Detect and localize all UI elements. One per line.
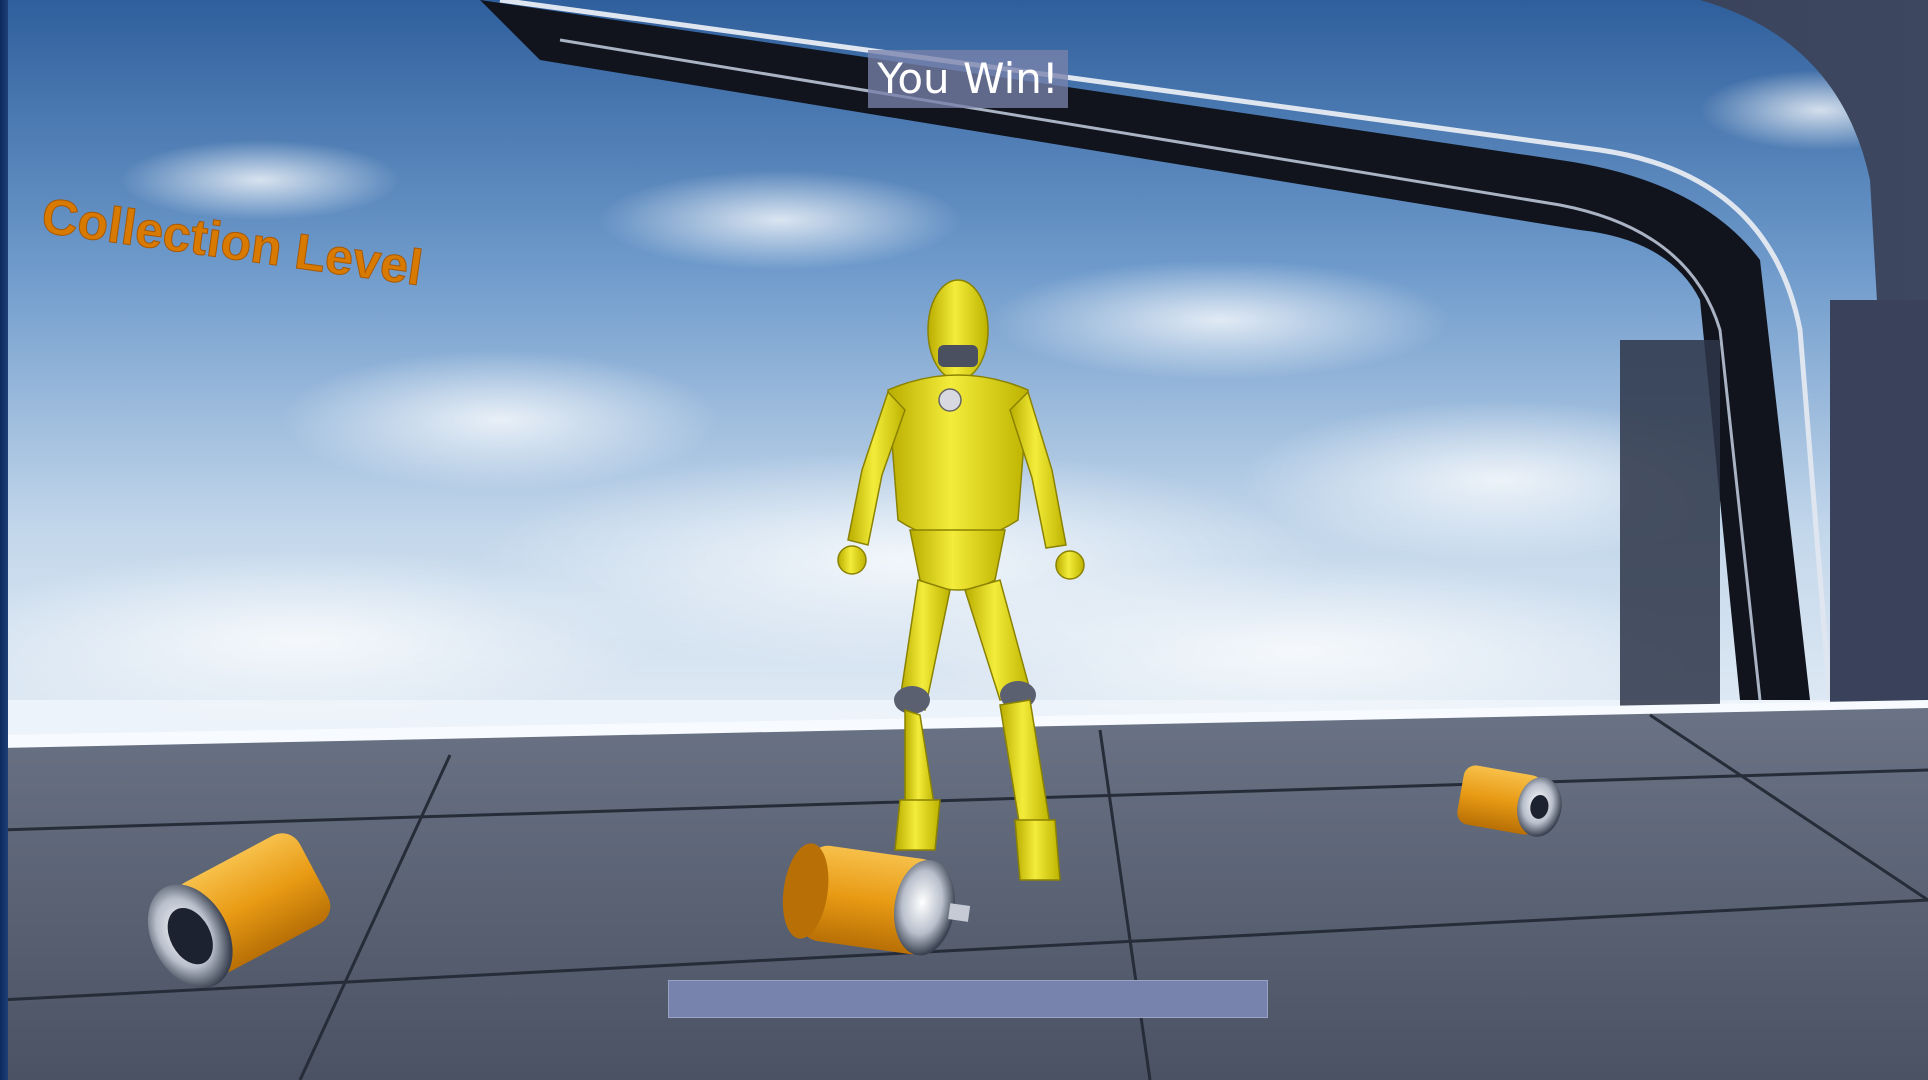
collection-progress-fill — [669, 981, 1267, 1017]
viewport-left-border — [0, 0, 8, 1080]
win-message: You Win! — [868, 50, 1068, 108]
collection-progress-bar — [668, 980, 1268, 1018]
game-viewport[interactable]: Collection Level You Win! — [0, 0, 1928, 1080]
game-scene: Collection Level — [0, 0, 1928, 1080]
